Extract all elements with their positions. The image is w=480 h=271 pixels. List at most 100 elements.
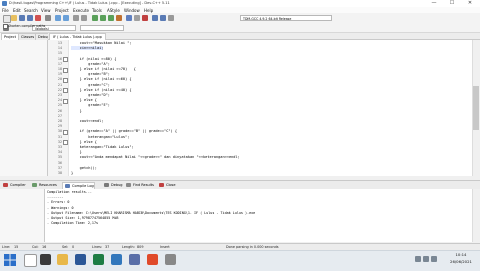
- line-number: 37: [57, 165, 62, 170]
- rebuild-icon[interactable]: [116, 15, 122, 21]
- window-icon[interactable]: [160, 15, 166, 21]
- status-length-label: Length:: [122, 245, 135, 249]
- line-number: 16: [57, 56, 62, 61]
- editor-file-tab[interactable]: IF ( Lulus - Tidak Lulus ).cpp: [49, 33, 106, 40]
- tab-debug-output-label: Debug: [111, 183, 123, 187]
- tab-compiler-label: Compiler: [10, 183, 26, 187]
- task-view-icon[interactable]: [40, 254, 51, 265]
- log-line: --------: [47, 195, 64, 200]
- search-taskbar-icon[interactable]: [24, 254, 37, 267]
- menu-help[interactable]: Help: [144, 8, 153, 13]
- fold-toggle-icon[interactable]: [63, 98, 68, 104]
- line-number: 33: [57, 145, 62, 149]
- chrome-icon[interactable]: [147, 254, 158, 265]
- print-icon[interactable]: [45, 15, 51, 21]
- tab-project[interactable]: Project: [1, 33, 19, 40]
- chart-icon[interactable]: [168, 15, 174, 21]
- profile-icon[interactable]: [134, 15, 140, 21]
- fold-toggle-icon[interactable]: [63, 88, 68, 94]
- open-folder-icon[interactable]: [11, 15, 17, 21]
- line-number: 17: [57, 61, 62, 66]
- tab-resources[interactable]: Resources: [30, 182, 57, 188]
- line-number: 34: [57, 150, 62, 155]
- tab-close[interactable]: Close: [157, 182, 176, 188]
- new-file-icon[interactable]: [3, 15, 11, 23]
- grid-icon[interactable]: [152, 15, 158, 21]
- code-line: grade="E";: [71, 103, 110, 108]
- shorten-paths-label: Shorten compiler paths: [8, 24, 46, 28]
- undo-icon[interactable]: [55, 15, 61, 21]
- tab-find-results[interactable]: Find Results: [124, 182, 154, 188]
- taskbar: [0, 250, 480, 271]
- menu-tools[interactable]: Tools: [92, 8, 102, 13]
- line-number: 30: [57, 129, 62, 134]
- editor-scroll-thumb[interactable]: [473, 86, 479, 130]
- status-insert-mode: Insert: [160, 245, 170, 249]
- excel-icon[interactable]: [93, 254, 104, 265]
- code-line: keterangan="Lulus";: [71, 134, 130, 139]
- stop-icon[interactable]: [142, 15, 148, 21]
- minimize-button[interactable]: —: [425, 0, 443, 7]
- file-explorer-icon[interactable]: [57, 254, 68, 265]
- compile-log-output[interactable]: Compilation results... -------- - Errors: …: [45, 189, 472, 242]
- line-number: 28: [57, 119, 62, 123]
- status-lines-value: 37: [105, 245, 110, 249]
- compile-icon[interactable]: [92, 15, 98, 21]
- members-select[interactable]: [80, 24, 124, 31]
- compile-run-icon[interactable]: [108, 15, 114, 21]
- log-vertical-scrollbar[interactable]: [472, 189, 480, 242]
- fold-toggle-icon[interactable]: [63, 140, 68, 146]
- tab-compile-log[interactable]: Compile Log: [62, 182, 95, 189]
- tab-debug-output[interactable]: Debug: [102, 182, 123, 188]
- line-number: 25: [57, 103, 62, 108]
- compiler-options-panel: [0, 189, 45, 242]
- status-sel-label: Sel:: [62, 245, 69, 249]
- close-window-button[interactable]: ✕: [461, 0, 479, 7]
- tab-compiler[interactable]: Compiler: [1, 182, 26, 188]
- word-icon[interactable]: [75, 254, 86, 265]
- menu-window[interactable]: Window: [124, 8, 140, 13]
- clock-date[interactable]: 26/06/2021: [447, 259, 475, 264]
- status-col-value: 16: [42, 245, 47, 249]
- console-app-icon[interactable]: [165, 254, 176, 265]
- find-icon[interactable]: [73, 15, 79, 21]
- tray-battery-icon[interactable]: [431, 256, 437, 262]
- tab-resources-label: Resources: [39, 183, 57, 187]
- menu-edit[interactable]: Edit: [13, 8, 21, 13]
- line-number-gutter: 13 14 15 16 17 18 19 20 21 22 23 24 25 26 27 28 29 30 31 32…: [48, 40, 69, 176]
- maximize-button[interactable]: ☐: [443, 0, 461, 7]
- menu-file[interactable]: File: [2, 8, 9, 13]
- replace-icon[interactable]: [81, 15, 87, 21]
- code-editor[interactable]: cout<<"Masukkan Nilai "; cin>>nilai; if …: [69, 40, 472, 176]
- run-icon[interactable]: [100, 15, 106, 21]
- menu-search[interactable]: Search: [24, 8, 38, 13]
- line-number: 35: [57, 155, 62, 160]
- code-line: if (grade=="A" || grade=="B" || grade=="…: [71, 129, 178, 134]
- fold-toggle-icon[interactable]: [63, 57, 68, 63]
- tray-network-icon[interactable]: [415, 256, 421, 262]
- fold-toggle-icon[interactable]: [63, 130, 68, 135]
- code-line: getch();: [71, 165, 97, 170]
- menu-project[interactable]: Project: [55, 8, 69, 13]
- edge-icon[interactable]: [111, 254, 122, 265]
- fold-toggle-icon[interactable]: [63, 78, 68, 83]
- debug-icon[interactable]: [126, 15, 132, 21]
- windows-start-icon[interactable]: [4, 254, 16, 266]
- fold-toggle-icon[interactable]: [63, 67, 68, 73]
- code-line: } else {: [71, 139, 97, 144]
- menu-execute[interactable]: Execute: [73, 8, 89, 13]
- clock-time[interactable]: 10:14: [447, 252, 475, 257]
- tab-find-results-label: Find Results: [133, 183, 154, 187]
- redo-icon[interactable]: [63, 15, 69, 21]
- save-all-icon[interactable]: [27, 15, 33, 21]
- save-icon[interactable]: [19, 15, 25, 21]
- line-number: 36: [57, 160, 62, 165]
- close-file-icon[interactable]: [35, 15, 41, 21]
- code-line: grade="D";: [71, 93, 110, 97]
- log-line: - Warnings: 0: [47, 205, 74, 210]
- menu-astyle[interactable]: AStyle: [107, 8, 120, 13]
- compiler-select[interactable]: TDM-GCC 4.9.2 64-bit Release: [240, 15, 332, 21]
- devcpp-icon[interactable]: [129, 254, 140, 265]
- tray-volume-icon[interactable]: [423, 256, 429, 262]
- menu-view[interactable]: View: [41, 8, 51, 13]
